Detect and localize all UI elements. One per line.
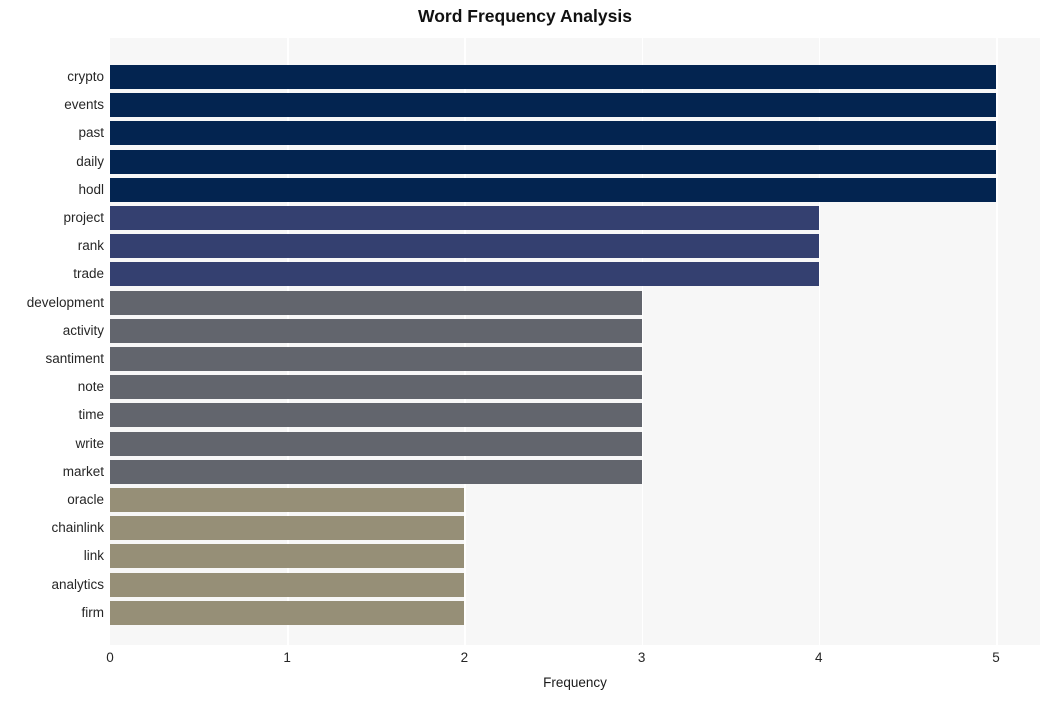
y-axis-tick-label: hodl <box>78 181 104 197</box>
y-axis-tick-label: events <box>64 97 104 113</box>
y-axis-tick-label: project <box>63 210 104 225</box>
y-axis-tick-label: link <box>83 548 104 564</box>
y-axis-tick-label: activity <box>62 322 104 338</box>
bar[interactable] <box>110 290 642 315</box>
bar[interactable] <box>110 403 642 428</box>
bar[interactable] <box>110 431 642 456</box>
bar[interactable] <box>110 375 642 400</box>
x-axis-tick-label: 5 <box>992 650 1000 665</box>
word-frequency-chart: Word Frequency Analysis crypto events past… <box>0 0 1050 701</box>
y-axis-tick-label: note <box>77 379 104 395</box>
y-axis-tick-label: development <box>26 294 104 310</box>
y-axis-tick-label: crypto <box>67 69 104 84</box>
y-axis-tick-label: past <box>78 125 104 141</box>
y-axis-tick-label: daily <box>76 153 104 169</box>
bar[interactable] <box>110 206 819 230</box>
bar[interactable] <box>110 600 465 625</box>
bar[interactable] <box>110 488 465 512</box>
bar[interactable] <box>110 177 996 202</box>
bar[interactable] <box>110 459 642 484</box>
y-axis-tick-label: time <box>78 407 104 423</box>
x-axis-tick-label: 4 <box>815 650 823 665</box>
y-axis-tick-label: market <box>62 463 104 479</box>
bar[interactable] <box>110 572 465 597</box>
y-axis-tick-label: chainlink <box>51 520 104 536</box>
bar[interactable] <box>110 262 819 287</box>
x-axis-tick-label: 0 <box>106 650 114 665</box>
bar[interactable] <box>110 234 819 259</box>
bar[interactable] <box>110 318 642 343</box>
y-axis-tick-labels: crypto events past daily hodl project rank trad… <box>0 38 104 645</box>
y-axis-tick-label: oracle <box>67 492 104 507</box>
bar[interactable] <box>110 544 465 569</box>
y-axis-tick-label: santiment <box>45 351 104 366</box>
plot-area <box>110 38 1040 645</box>
y-axis-tick-label: analytics <box>51 576 104 592</box>
bar[interactable] <box>110 516 465 541</box>
bar[interactable] <box>110 93 996 118</box>
y-axis-tick-label: trade <box>73 266 104 282</box>
bar[interactable] <box>110 149 996 174</box>
x-axis-tick-label: 2 <box>460 650 469 665</box>
chart-title: Word Frequency Analysis <box>418 6 632 26</box>
y-axis-tick-label: firm <box>81 604 105 620</box>
x-axis-title: Frequency <box>543 675 607 690</box>
y-axis-tick-label: write <box>75 435 104 451</box>
x-axis-tick-label: 3 <box>637 650 646 665</box>
bar[interactable] <box>110 347 642 371</box>
y-axis-tick-label: rank <box>77 238 104 254</box>
bar[interactable] <box>110 65 996 89</box>
gridline-x-5 <box>996 38 998 645</box>
x-axis-tick-label: 1 <box>283 650 291 665</box>
bar[interactable] <box>110 121 996 146</box>
